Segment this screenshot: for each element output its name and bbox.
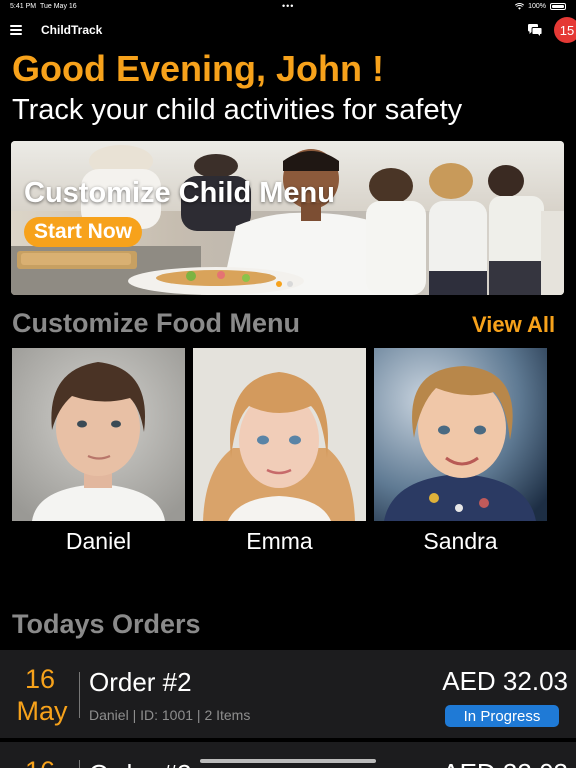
child-avatar — [12, 348, 185, 521]
banner-title: Customize Child Menu — [24, 177, 335, 209]
order-divider — [79, 672, 80, 718]
order-status-badge: In Progress — [445, 705, 559, 727]
battery-percent: 100% — [528, 3, 546, 10]
order-row[interactable]: 16 Order #3 AED 32.03 — [0, 742, 576, 768]
orders-heading: Todays Orders — [12, 609, 201, 639]
order-row[interactable]: 16 May Order #2 Daniel | ID: 1001 | 2 It… — [0, 650, 576, 738]
order-title: Order #3 — [89, 759, 192, 768]
greeting-heading: Good Evening, John ! — [12, 48, 384, 89]
start-now-button[interactable]: Start Now — [24, 217, 143, 247]
child-name: Sandra — [423, 528, 498, 554]
child-photo-daniel — [12, 348, 185, 521]
pager-dot-2[interactable] — [287, 281, 293, 287]
child-avatar — [374, 348, 547, 521]
child-photo-emma — [193, 348, 366, 521]
child-card-daniel[interactable]: Daniel — [12, 348, 185, 558]
status-time: 5:41 PM Tue May 16 — [10, 3, 77, 10]
child-card-emma[interactable]: Emma — [193, 348, 366, 558]
child-name: Emma — [246, 528, 313, 554]
status-bar: 5:41 PM Tue May 16 ••• 100% — [0, 0, 576, 14]
multitasking-dots[interactable]: ••• — [282, 1, 294, 11]
promo-banner[interactable]: Customize Child Menu Start Now — [11, 141, 564, 295]
wifi-icon — [515, 3, 525, 10]
home-indicator[interactable] — [200, 759, 376, 763]
order-day: 16 — [24, 664, 56, 694]
battery-icon — [550, 3, 566, 10]
order-amount: AED 32.03 — [442, 758, 568, 768]
order-amount: AED 32.03 — [442, 666, 568, 696]
notification-badge[interactable]: 15 — [554, 17, 576, 43]
order-day: 16 — [0, 756, 80, 768]
order-divider — [79, 760, 80, 768]
food-menu-heading: Customize Food Menu — [12, 308, 300, 338]
pager-dot-1[interactable] — [276, 281, 282, 287]
status-right: 100% — [515, 3, 566, 10]
nav-bar: ChildTrack 15 — [0, 16, 576, 44]
child-avatar — [193, 348, 366, 521]
child-photo-sandra — [374, 348, 547, 521]
app-title: ChildTrack — [41, 23, 103, 37]
order-month: May — [16, 696, 68, 726]
child-name: Daniel — [65, 528, 132, 554]
view-all-link[interactable]: View All — [472, 312, 555, 338]
greeting-subtitle: Track your child activities for safety — [12, 94, 463, 126]
banner-pager[interactable] — [276, 281, 293, 287]
hamburger-menu-icon[interactable] — [10, 25, 22, 35]
order-title: Order #2 — [89, 667, 192, 697]
child-card-sandra[interactable]: Sandra — [374, 348, 547, 558]
order-meta: Daniel | ID: 1001 | 2 Items — [89, 707, 251, 723]
chat-icon[interactable] — [528, 24, 542, 36]
